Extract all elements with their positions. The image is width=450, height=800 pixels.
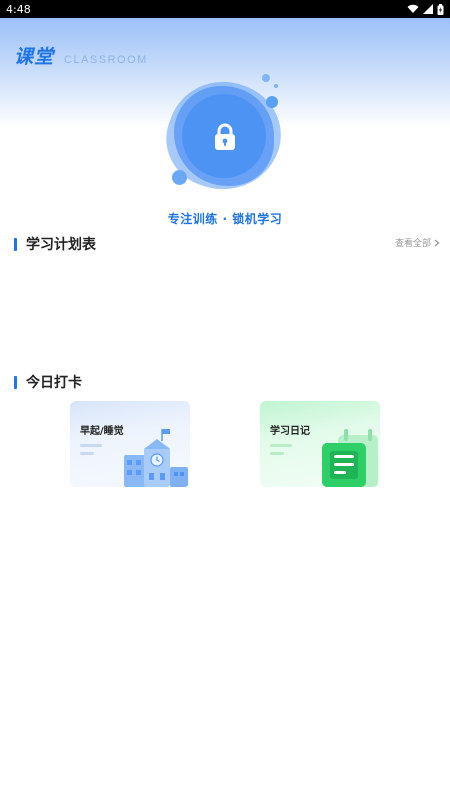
bubble-decoration bbox=[262, 74, 270, 82]
signal-icon bbox=[423, 4, 433, 14]
checkin-title: 今日打卡 bbox=[26, 375, 82, 391]
status-bar: 4:48 bbox=[0, 0, 450, 18]
lock-illustration[interactable] bbox=[152, 66, 296, 206]
section-marker bbox=[14, 375, 17, 389]
app-brand: 课堂 CLASSROOM bbox=[14, 42, 148, 69]
status-icons bbox=[407, 3, 444, 15]
status-time: 4:48 bbox=[6, 2, 31, 16]
card-line-decoration bbox=[80, 452, 94, 455]
section-marker bbox=[14, 237, 17, 251]
brand-title: 课堂 bbox=[14, 46, 55, 68]
checkin-card-study-diary[interactable]: 学习日记 bbox=[260, 401, 380, 487]
lock-icon bbox=[215, 123, 235, 150]
bubble-decoration bbox=[266, 96, 278, 108]
chevron-right-icon bbox=[434, 239, 440, 246]
battery-icon bbox=[437, 3, 444, 15]
checkin-header: 今日打卡 bbox=[14, 372, 82, 392]
card-line-decoration bbox=[270, 452, 284, 455]
notebook-icon bbox=[322, 429, 378, 487]
brand-subtitle: CLASSROOM bbox=[64, 54, 148, 66]
bubble-decoration bbox=[274, 84, 278, 88]
view-all-label: 查看全部 bbox=[394, 239, 431, 249]
slogan: 专注训练 · 锁机学习 bbox=[167, 212, 283, 226]
study-plan-header: 学习计划表 bbox=[14, 234, 96, 254]
checkin-card-wake-sleep[interactable]: 早起/睡觉 bbox=[70, 401, 190, 487]
view-all-link[interactable]: 查看全部 bbox=[395, 236, 440, 249]
study-plan-title: 学习计划表 bbox=[26, 237, 96, 253]
bubble-decoration bbox=[172, 170, 187, 185]
card-label: 学习日记 bbox=[270, 426, 310, 437]
screen: 4:48 课堂 CLASSROOM 专注训练 · 锁机学习 学习计划表 查看全部… bbox=[0, 0, 450, 800]
card-line-decoration bbox=[80, 444, 102, 447]
school-building-icon bbox=[124, 429, 188, 487]
card-line-decoration bbox=[270, 444, 292, 447]
card-label: 早起/睡觉 bbox=[80, 426, 124, 437]
wifi-icon bbox=[407, 4, 419, 13]
